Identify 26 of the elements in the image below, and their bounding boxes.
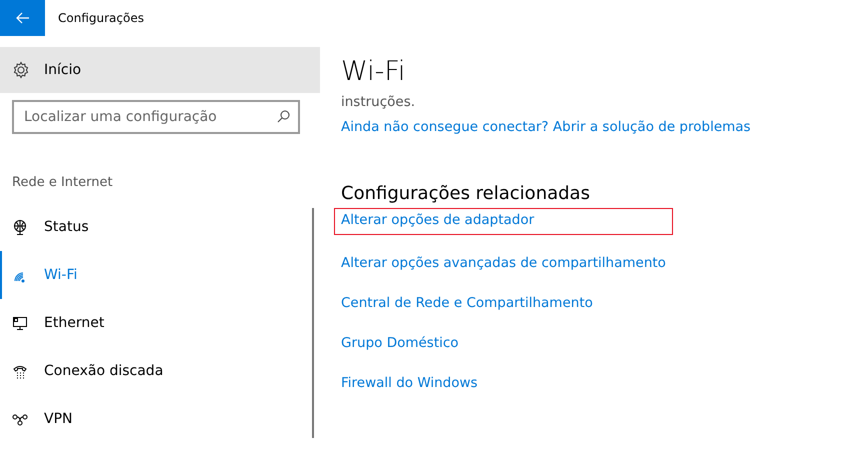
related-link[interactable]: Alterar opções avançadas de compartilhamento — [334, 251, 673, 275]
home-nav-item[interactable]: Início — [0, 47, 320, 93]
section-heading: Rede e Internet — [12, 175, 114, 192]
search-icon — [277, 110, 290, 123]
search-field[interactable]: Localizar uma configuração — [12, 100, 300, 134]
globe-icon — [12, 219, 28, 235]
nav-item[interactable]: VPN — [0, 395, 312, 443]
nav-item[interactable]: Conexão discada — [0, 347, 312, 395]
monitor-icon — [12, 315, 28, 331]
troubleshoot-link[interactable]: Ainda não consegue conectar? Abrir a solução de problemas — [341, 119, 751, 135]
back-arrow-icon — [16, 12, 30, 24]
window-title: Configurações — [58, 11, 144, 25]
scrollbar[interactable] — [312, 208, 314, 438]
nav-item[interactable]: Status — [0, 203, 312, 251]
back-button[interactable] — [0, 0, 45, 36]
related-link[interactable]: Central de Rede e Compartilhamento — [334, 291, 673, 315]
section-heading: Configurações relacionadas — [341, 183, 590, 204]
related-link[interactable]: Grupo Doméstico — [334, 331, 673, 355]
phone-icon — [12, 363, 28, 379]
gear-icon — [12, 61, 30, 79]
page-title: Wi-Fi — [341, 55, 406, 89]
related-link[interactable]: Firewall do Windows — [334, 371, 673, 395]
home-label: Início — [44, 62, 82, 78]
description-text: instruções. — [341, 94, 416, 110]
related-link[interactable]: Alterar opções de adaptador — [334, 208, 673, 235]
nav-item[interactable]: Ethernet — [0, 299, 312, 347]
